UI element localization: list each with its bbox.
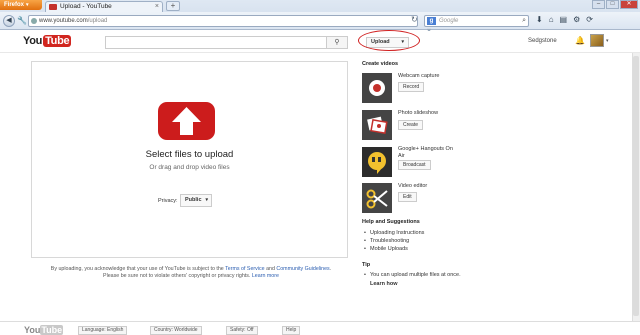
browser-search-box[interactable]: g Google ⌕: [424, 15, 529, 27]
edit-button[interactable]: Edit: [398, 192, 417, 202]
tip-text: You can upload multiple files at once.: [364, 272, 461, 278]
terms-of-service-link[interactable]: Terms of Service: [225, 266, 264, 272]
youtube-search-button[interactable]: ⚲: [326, 36, 348, 49]
privacy-label: Privacy:: [158, 198, 178, 204]
logo-tube: Tube: [43, 35, 72, 47]
learn-more-link[interactable]: Learn more: [252, 273, 279, 279]
toolbar-icons: ⬇ ⌂ ▤ ⚙ ⟳: [536, 15, 593, 24]
url-bar[interactable]: www.youtube.com/upload ☆ ▾: [28, 15, 434, 35]
tab-title: Upload - YouTube: [60, 3, 112, 10]
webcam-capture-label: Webcam capture: [398, 73, 440, 79]
youtube-logo[interactable]: You Tube: [23, 35, 72, 47]
navigation-toolbar: ◀ 🔧 www.youtube.com/upload ☆ ▾ ↻ g Googl…: [0, 12, 640, 35]
learn-how-link[interactable]: Learn how: [370, 281, 398, 287]
magnifier-icon: ⚲: [334, 39, 340, 46]
scrollbar-thumb[interactable]: [633, 56, 639, 316]
browser-tab[interactable]: Upload - YouTube ×: [45, 1, 163, 12]
site-identity-icon: [31, 18, 37, 24]
create-videos-heading: Create videos: [362, 61, 399, 67]
drag-drop-hint: Or drag and drop video files: [149, 164, 230, 171]
hangouts-label: Google+ Hangouts On Air: [398, 146, 453, 159]
back-arrow-icon[interactable]: ◀: [3, 15, 15, 27]
new-tab-button[interactable]: +: [166, 1, 180, 11]
minimize-icon[interactable]: –: [592, 0, 605, 9]
maximize-icon[interactable]: □: [606, 0, 619, 9]
chevron-down-icon: ▾: [26, 2, 29, 8]
photo-slideshow-label: Photo slideshow: [398, 110, 439, 116]
close-window-icon[interactable]: ✕: [620, 0, 638, 9]
privacy-select[interactable]: Public ▾: [180, 194, 212, 207]
community-guidelines-link[interactable]: Community Guidelines: [276, 266, 329, 272]
annotation-circle: [358, 30, 420, 51]
upload-arrow-icon[interactable]: [158, 102, 215, 140]
record-button[interactable]: Record: [398, 82, 425, 92]
youtube-search-input[interactable]: [105, 36, 327, 49]
create-button[interactable]: Create: [398, 120, 424, 130]
google-icon: g: [427, 17, 436, 25]
url-domain: www.youtube.com: [39, 18, 88, 24]
privacy-value: Public: [185, 197, 202, 203]
copyright-text: Please be sure not to violate others' co…: [103, 273, 251, 279]
window-controls: – □ ✕: [592, 0, 638, 9]
firefox-menu-button[interactable]: Firefox ▾: [0, 0, 42, 10]
scissors-icon: [362, 183, 392, 213]
video-editor-label: Video editor: [398, 183, 428, 189]
logo-you: You: [23, 35, 43, 47]
youtube-favicon-icon: [49, 4, 57, 10]
hangouts-icon: [362, 147, 392, 177]
close-tab-icon[interactable]: ×: [155, 2, 159, 12]
select-files-title[interactable]: Select files to upload: [31, 149, 348, 160]
firefox-label: Firefox: [4, 2, 25, 8]
bookmarks-icon[interactable]: ▤: [560, 15, 568, 24]
url-path: /upload: [87, 18, 108, 24]
download-icon[interactable]: ⬇: [536, 15, 543, 24]
terms-notice: By uploading, you acknowledge that your …: [50, 266, 332, 279]
tip-heading: Tip: [362, 262, 371, 268]
addon-icon[interactable]: ⚙: [573, 15, 580, 24]
chevron-down-icon: ▾: [205, 197, 208, 203]
mobile-uploads-link[interactable]: Mobile Uploads: [364, 246, 408, 252]
terms-and: and: [266, 266, 275, 272]
record-icon: [362, 73, 392, 103]
sync-icon[interactable]: ⟳: [586, 15, 593, 24]
wrench-icon[interactable]: 🔧: [17, 16, 27, 25]
search-icon[interactable]: ⌕: [522, 16, 526, 26]
terms-text: By uploading, you acknowledge that your …: [50, 266, 224, 272]
notification-bell-icon[interactable]: 🔔: [575, 36, 585, 45]
help-heading: Help and Suggestions: [362, 219, 420, 225]
uploading-instructions-link[interactable]: Uploading Instructions: [364, 230, 424, 236]
broadcast-button[interactable]: Broadcast: [398, 160, 431, 170]
avatar[interactable]: [590, 34, 604, 47]
username[interactable]: Sedgstone: [528, 38, 557, 44]
chevron-down-icon[interactable]: ▾: [606, 38, 609, 44]
search-placeholder: Google: [439, 18, 459, 24]
troubleshooting-link[interactable]: Troubleshooting: [364, 238, 409, 244]
reload-icon[interactable]: ↻: [411, 15, 418, 24]
home-icon[interactable]: ⌂: [549, 15, 554, 24]
photos-icon: [362, 110, 392, 140]
